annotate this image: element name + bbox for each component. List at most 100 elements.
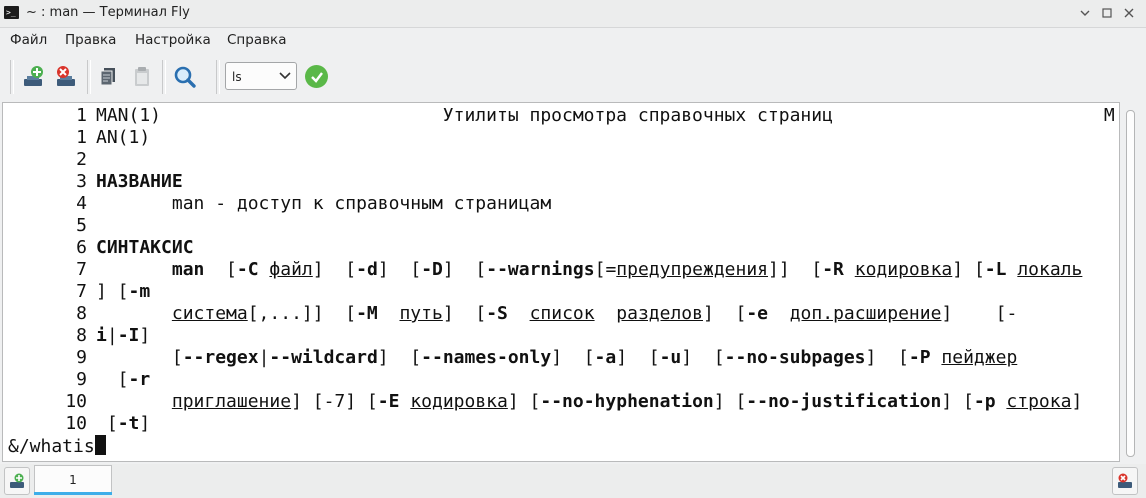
terminal-text: ] [ — [681, 347, 725, 368]
search-icon[interactable] — [170, 62, 200, 92]
terminal-text: --warnings — [486, 259, 595, 280]
terminal-text: [ — [204, 259, 237, 280]
toolbar-separator — [216, 60, 220, 94]
terminal-text: ]] [ — [768, 259, 823, 280]
terminal-line: i|-I] — [96, 325, 150, 347]
terminal-text: -P — [908, 347, 931, 368]
terminal-text: --wildcard — [269, 347, 378, 368]
terminal-view[interactable]: 1 MAN(1) Утилиты просмотра справочных стр… — [2, 102, 1120, 462]
terminal-text: доп.расширение — [789, 303, 942, 324]
terminal-text: -d — [356, 259, 378, 280]
new-session-icon[interactable] — [18, 62, 48, 92]
terminal-line: [-t] — [96, 413, 150, 435]
terminal-text: кодировка — [410, 391, 508, 412]
terminal-text: предупреждения — [616, 259, 769, 280]
window-title: ~ : man — Терминал Fly — [26, 5, 190, 20]
prompt-text: &/whatis — [8, 436, 95, 457]
terminal-text: ] — [139, 325, 151, 346]
terminal-text: man — [171, 259, 205, 280]
menu-help[interactable]: Справка — [227, 32, 286, 48]
command-combo[interactable]: ls — [225, 62, 297, 90]
terminal-text: ] [ — [96, 281, 129, 302]
terminal-text: -m — [128, 281, 151, 302]
scrollbar-handle[interactable] — [1126, 110, 1135, 457]
terminal-text: -S — [486, 303, 508, 324]
terminal-app-icon: >_ — [4, 6, 19, 19]
terminal-text: --no-justification — [746, 391, 942, 412]
terminal-text: кодировка — [854, 259, 953, 280]
confirm-icon[interactable] — [305, 65, 328, 88]
terminal-text: разделов — [616, 303, 703, 324]
menu-file[interactable]: Файл — [10, 32, 47, 48]
terminal-text: [ — [96, 347, 183, 368]
terminal-text: -p — [973, 391, 996, 412]
title-bar: >_ ~ : man — Терминал Fly — [0, 0, 1146, 28]
tab-1[interactable]: 1 — [34, 465, 112, 493]
terminal-text: ] — [1071, 391, 1083, 412]
chevron-down-icon — [279, 72, 291, 80]
terminal-text: --names-only — [421, 347, 552, 368]
terminal-text: ] [ — [702, 303, 747, 324]
terminal-text: MAN(1) — [96, 105, 162, 126]
line-number: 1 — [76, 105, 87, 126]
close-tab-icon[interactable] — [1112, 467, 1138, 495]
toolbar-separator — [87, 60, 91, 94]
terminal-text: --no-subpages — [724, 347, 866, 368]
toolbar-separator — [162, 60, 166, 94]
menu-edit[interactable]: Правка — [65, 32, 116, 48]
terminal-text: ] — [139, 413, 151, 434]
terminal-line: НАЗВАНИЕ — [96, 171, 183, 193]
terminal-text: ] [ — [442, 259, 487, 280]
terminal-text: AN(1) — [96, 127, 151, 148]
close-session-icon[interactable] — [51, 62, 81, 92]
terminal-text: man - доступ к справочным страницам — [96, 193, 552, 214]
terminal-text: ] [ — [713, 391, 747, 412]
paste-icon[interactable] — [127, 62, 157, 92]
terminal-text: приглашение — [171, 391, 292, 412]
terminal-line: AN(1) — [96, 127, 150, 149]
terminal-line: man [-C файл] [-d] [-D] [--warnings[=пре… — [96, 259, 1083, 281]
terminal-line: MAN(1) Утилиты просмотра справочных стра… — [96, 105, 1115, 127]
terminal-text: [,...]] [ — [247, 303, 357, 324]
terminal-text: локаль — [1017, 259, 1083, 280]
minimize-icon[interactable] — [1076, 4, 1094, 22]
line-number: 1 — [76, 127, 87, 148]
terminal-text: список — [529, 303, 595, 324]
terminal-text: -e — [746, 303, 769, 324]
terminal-line: приглашение] [-7] [-E кодировка] [--no-h… — [96, 391, 1082, 413]
command-combo-value: ls — [232, 70, 242, 84]
terminal-text: -t — [117, 413, 140, 434]
terminal-text: --no-hyphenation — [540, 391, 714, 412]
terminal-text: НАЗВАНИЕ — [96, 171, 183, 192]
terminal-text: строка — [1006, 391, 1072, 412]
line-number: 9 — [76, 369, 87, 390]
tab-bar: 1 — [0, 464, 1146, 498]
terminal-line: система[,...]] [-M путь] [-S список разд… — [96, 303, 1017, 325]
vertical-scrollbar[interactable] — [1121, 102, 1143, 462]
toolbar — [0, 56, 1146, 98]
terminal-text: Утилиты просмотра справочных страниц M — [161, 105, 1115, 126]
terminal-text: ] [ — [952, 259, 985, 280]
maximize-icon[interactable] — [1098, 4, 1116, 22]
new-tab-icon[interactable] — [4, 467, 30, 495]
terminal-text: СИНТАКСИС — [96, 237, 194, 258]
menu-settings[interactable]: Настройка — [135, 32, 211, 48]
terminal-text: -u — [659, 347, 682, 368]
terminal-text: ] [ — [865, 347, 909, 368]
line-number: 5 — [76, 215, 87, 236]
toolbar-separator — [10, 60, 14, 94]
prompt-line[interactable]: &/whatis — [8, 435, 106, 457]
close-icon[interactable] — [1120, 4, 1138, 22]
line-number: 7 — [76, 259, 87, 280]
text-cursor — [94, 435, 106, 455]
copy-icon[interactable] — [93, 62, 123, 92]
terminal-text: ] [ — [442, 303, 487, 324]
terminal-text: ] [ — [616, 347, 660, 368]
